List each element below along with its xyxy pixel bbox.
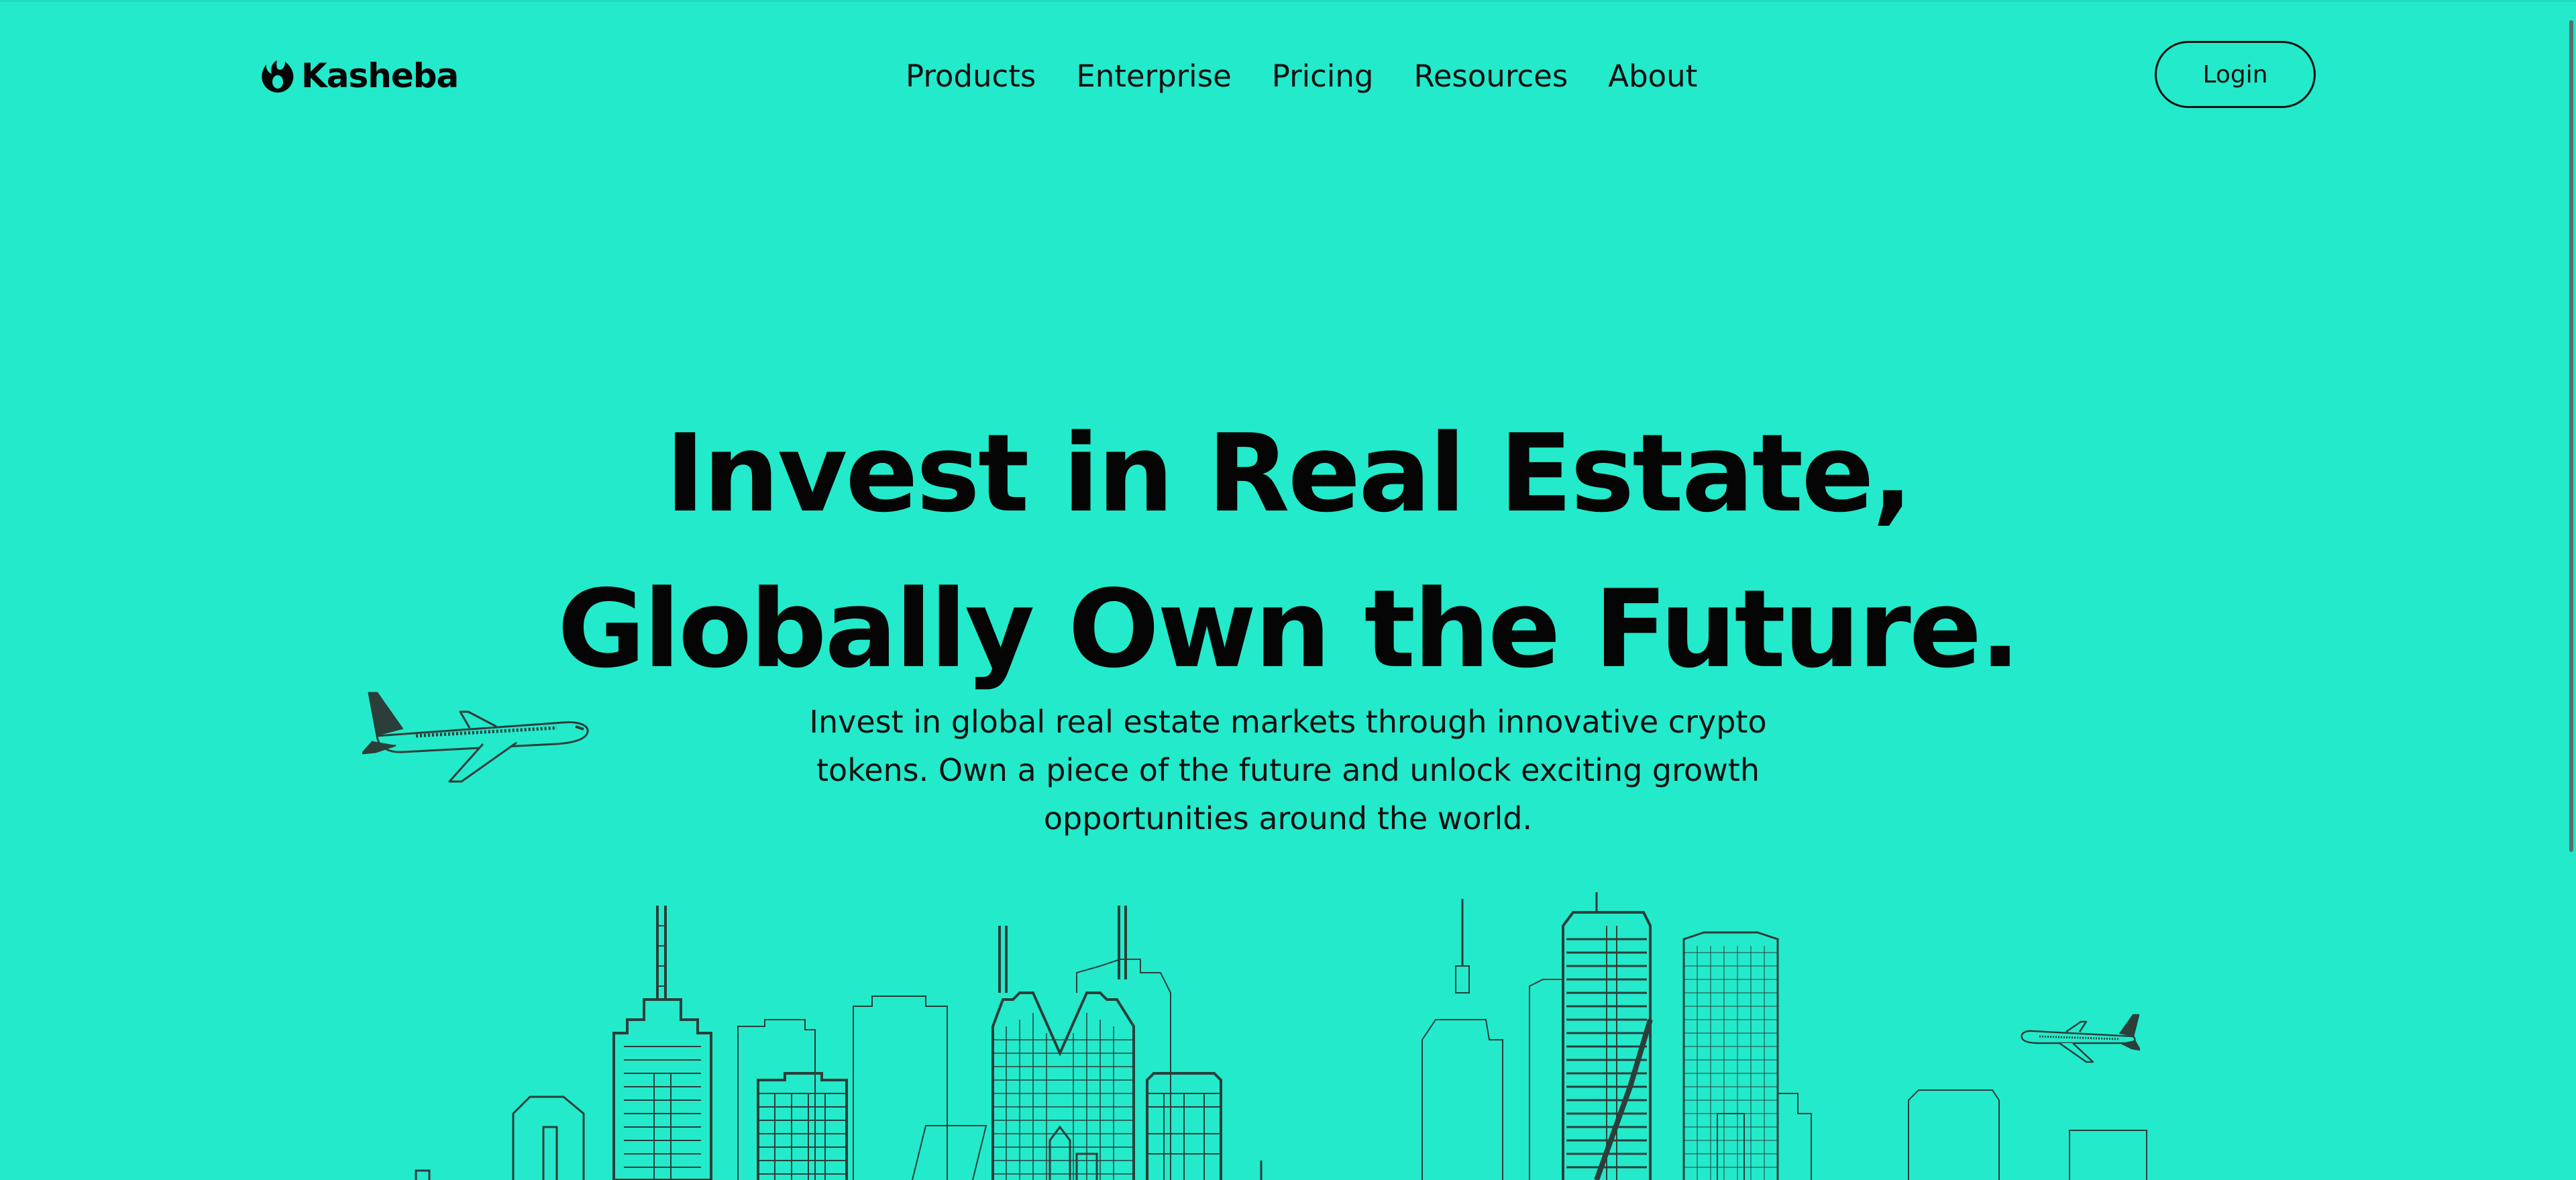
scrollbar[interactable] [2565,0,2576,1180]
nav-item-resources[interactable]: Resources [1413,56,1568,97]
hero-title-line-2: Globally Own the Future. [557,566,2021,692]
nav-item-products[interactable]: Products [906,56,1036,97]
hero-title: Invest in Real Estate, Globally Own the … [0,396,2576,707]
hero-subtitle: Invest in global real estate markets thr… [809,704,1767,837]
city-skyline-icon [415,892,2147,1180]
nav-item-pricing[interactable]: Pricing [1272,56,1374,97]
nav-item-about[interactable]: About [1608,56,1697,97]
brand-logo[interactable]: Kasheba [257,52,459,99]
site-header: Kasheba Products Enterprise Pricing Reso… [0,0,2576,154]
airplane-icon [362,692,589,783]
main-nav: Products Enterprise Pricing Resources Ab… [906,56,1697,97]
nav-item-enterprise[interactable]: Enterprise [1076,56,1231,97]
login-button[interactable]: Login [2155,41,2316,108]
hero-title-line-1: Invest in Real Estate, [665,411,1913,536]
landing-page: Kasheba Products Enterprise Pricing Reso… [0,0,2576,1180]
droplet-logo-icon [262,60,294,93]
scrollbar-thumb[interactable] [2569,20,2573,852]
brand-name: Kasheba [301,56,459,95]
